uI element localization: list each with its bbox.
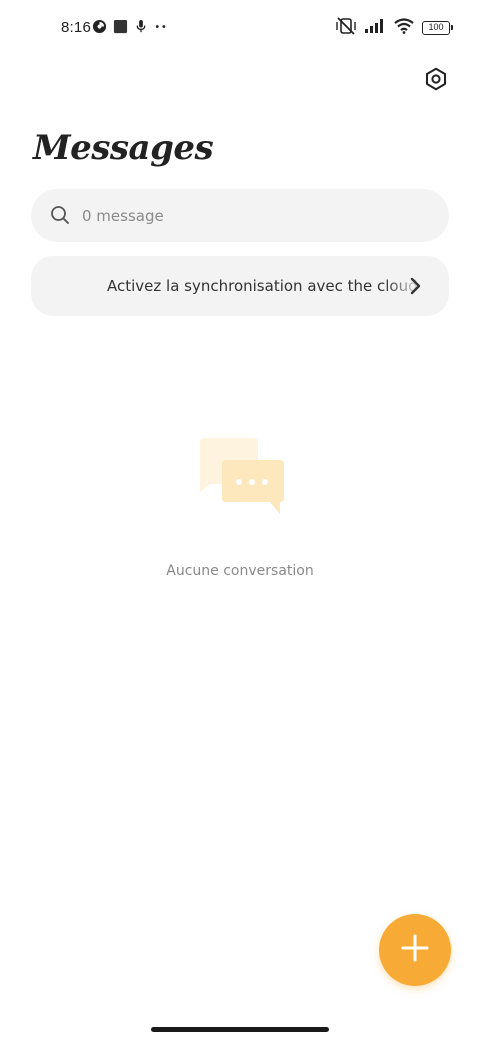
search-input[interactable] [82,189,422,242]
more-dots-icon [154,19,168,38]
messages-screen: 8:16 100 Messages 0 message Activez la s… [0,0,480,1040]
square-notification-icon [113,19,128,38]
vibrate-off-icon [336,17,356,39]
status-left-icons [92,19,168,38]
wifi-icon [394,18,414,38]
home-indicator[interactable] [151,1027,329,1032]
chevron-right-icon [409,276,423,296]
new-conversation-button[interactable] [379,914,451,986]
empty-chat-bubbles-icon [196,436,286,516]
page-title: Messages [33,128,214,168]
data-saver-icon [92,19,107,38]
sync-text-container: Activez la synchronisation avec the clou… [107,256,423,316]
search-icon [50,205,70,225]
signal-icon [364,18,386,38]
settings-hexagon-icon [424,67,448,95]
settings-button[interactable] [422,67,450,95]
status-time: 8:16 [61,19,91,36]
microphone-icon [134,19,148,38]
cloud-sync-banner[interactable]: Activez la synchronisation avec the clou… [31,256,449,316]
plus-icon [400,933,430,967]
sync-banner-text: Activez la synchronisation avec the clou… [107,277,423,295]
status-bar: 8:16 100 [0,0,480,56]
search-bar[interactable] [31,189,449,242]
status-right-icons: 100 [336,17,453,39]
battery-icon: 100 [422,21,453,35]
empty-state-text: Aucune conversation [166,563,314,579]
